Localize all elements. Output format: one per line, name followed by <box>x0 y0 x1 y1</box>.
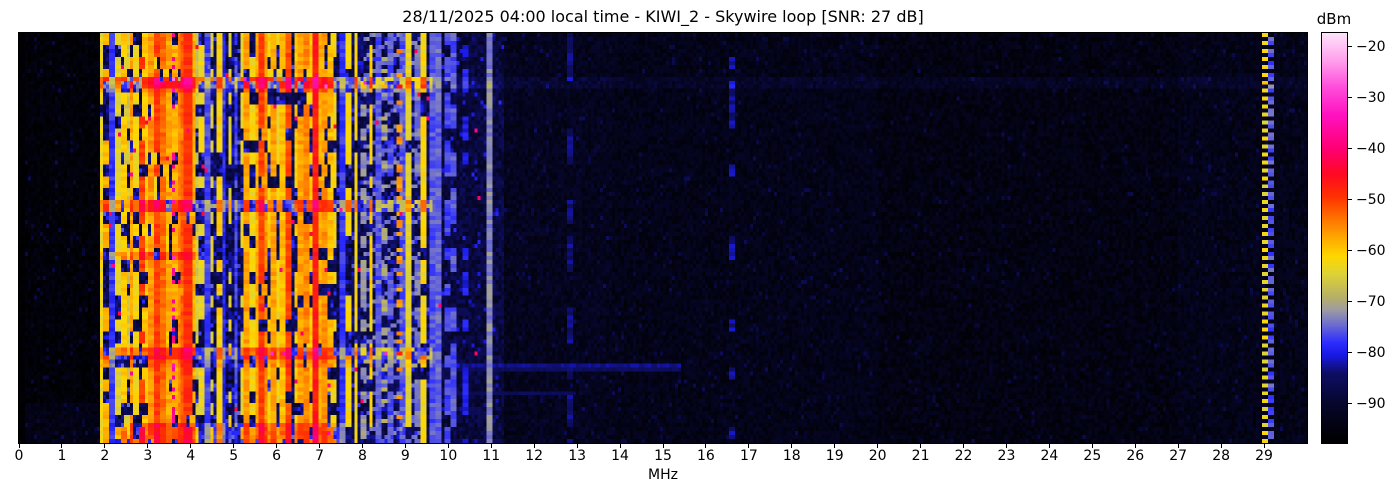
x-tick-label: 26 <box>1126 448 1145 464</box>
x-axis-label: MHz <box>648 467 678 483</box>
colorbar-tick-mark <box>1348 46 1352 48</box>
x-tick-label: 22 <box>954 448 973 464</box>
colorbar-tick-label: −20 <box>1356 38 1386 55</box>
x-tick-label: 12 <box>525 448 544 464</box>
colorbar-tick-label: −90 <box>1356 395 1386 412</box>
x-tick-label: 1 <box>57 448 67 464</box>
colorbar-tick-label: −40 <box>1356 140 1386 157</box>
colorbar-tick-label: −80 <box>1356 344 1386 361</box>
colorbar <box>1321 32 1348 444</box>
x-tick-label: 18 <box>782 448 801 464</box>
colorbar-tick-mark <box>1348 352 1352 354</box>
x-tick-label: 19 <box>825 448 844 464</box>
colorbar-tick-label: −50 <box>1356 191 1386 208</box>
x-tick-label: 21 <box>911 448 930 464</box>
waterfall-canvas <box>19 33 1307 443</box>
colorbar-tick-mark <box>1348 301 1352 303</box>
x-tick-label: 8 <box>357 448 367 464</box>
x-tick-label: 29 <box>1255 448 1273 464</box>
x-tick-label: 0 <box>14 448 24 464</box>
x-tick-label: 23 <box>997 448 1016 464</box>
x-tick-label: 20 <box>868 448 887 464</box>
colorbar-tick-mark <box>1348 148 1352 150</box>
x-tick-label: 3 <box>143 448 153 464</box>
plot-area <box>18 32 1308 444</box>
x-tick-label: 9 <box>400 448 410 464</box>
colorbar-label: dBm <box>1316 10 1352 28</box>
x-tick-label: 25 <box>1083 448 1102 464</box>
x-tick-label: 7 <box>315 448 324 464</box>
x-tick-label: 2 <box>100 448 110 464</box>
x-tick-label: 17 <box>739 448 758 464</box>
x-tick-label: 5 <box>229 448 239 464</box>
colorbar-tick-label: −30 <box>1356 89 1386 106</box>
x-tick-label: 4 <box>186 448 196 464</box>
colorbar-tick-mark <box>1348 199 1352 201</box>
x-tick-label: 28 <box>1212 448 1231 464</box>
colorbar-tick-mark <box>1348 250 1352 252</box>
x-tick-label: 10 <box>439 448 458 464</box>
x-tick-label: 16 <box>697 448 715 464</box>
x-tick-label: 24 <box>1040 448 1059 464</box>
x-tick-label: 27 <box>1169 448 1188 464</box>
x-tick-label: 11 <box>482 448 501 464</box>
x-tick-label: 15 <box>654 448 672 464</box>
colorbar-canvas <box>1322 33 1347 443</box>
spectrogram-figure: 28/11/2025 04:00 local time - KIWI_2 - S… <box>0 0 1400 500</box>
x-tick-label: 13 <box>568 448 587 464</box>
colorbar-tick-mark <box>1348 403 1352 405</box>
colorbar-tick-label: −70 <box>1356 293 1386 310</box>
colorbar-tick-mark <box>1348 97 1352 99</box>
x-tick-label: 6 <box>272 448 282 464</box>
x-tick-label: 14 <box>611 448 629 464</box>
chart-title: 28/11/2025 04:00 local time - KIWI_2 - S… <box>402 7 924 26</box>
colorbar-tick-label: −60 <box>1356 242 1386 259</box>
